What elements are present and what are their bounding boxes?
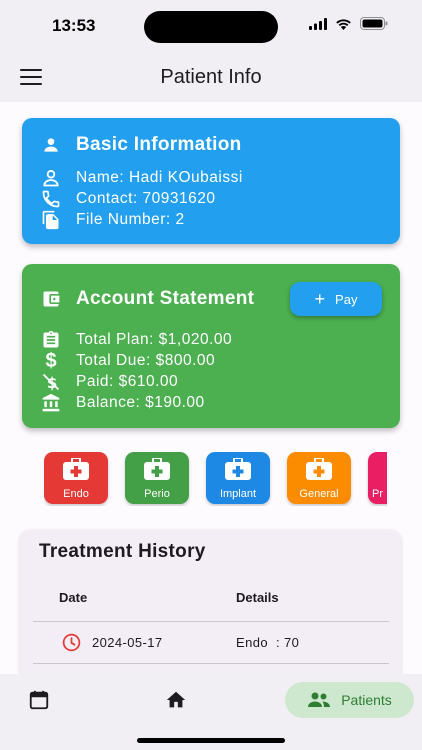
status-icons — [309, 17, 388, 30]
category-label: Implant — [219, 488, 257, 500]
account-statement-title: Account Statement — [76, 288, 255, 309]
wallet-icon — [40, 288, 62, 310]
person-icon — [40, 134, 62, 156]
category-general[interactable]: General — [287, 452, 351, 504]
clipboard-icon — [40, 329, 62, 351]
basic-information-title: Basic Information — [76, 134, 242, 155]
total-due: Total Due: $800.00 — [76, 352, 216, 369]
category-endo[interactable]: Endo — [44, 452, 108, 504]
pay-button[interactable]: + Pay — [290, 282, 382, 316]
phone-icon — [40, 188, 62, 210]
bank-icon — [40, 392, 62, 414]
clock-icon — [62, 633, 81, 652]
file-copy-icon — [40, 209, 62, 231]
balance-amount: Balance: $190.00 — [76, 394, 205, 411]
home-indicator — [137, 738, 285, 743]
account-statement-card: Account Statement + Pay Total Plan: $1,0… — [22, 264, 400, 428]
people-icon — [308, 692, 331, 707]
patient-name: Name: Hadi KOubaissi — [76, 169, 243, 186]
column-header-details: Details — [236, 590, 279, 605]
medical-kit-icon — [306, 458, 332, 480]
category-label: Endo — [63, 488, 89, 500]
basic-information-card: Basic Information Name: Hadi KOubaissi C… — [22, 118, 400, 244]
row-date: 2024-05-17 — [92, 635, 163, 650]
patient-contact: Contact: 70931620 — [76, 190, 216, 207]
dynamic-island — [144, 11, 278, 43]
row-details: Endo : 70 — [236, 635, 300, 650]
treatment-category-list: Endo Perio Implant General Pr — [44, 452, 387, 506]
battery-icon — [360, 17, 388, 30]
pay-button-label: Pay — [335, 291, 358, 307]
category-perio[interactable]: Perio — [125, 452, 189, 504]
category-implant[interactable]: Implant — [206, 452, 270, 504]
patient-file-number: File Number: 2 — [76, 211, 185, 228]
nav-patients-label: Patients — [341, 692, 392, 708]
nav-patients[interactable]: Patients — [285, 682, 414, 718]
row-divider — [33, 663, 389, 664]
home-icon[interactable] — [165, 689, 187, 716]
person-icon — [40, 167, 62, 189]
column-header-date: Date — [59, 590, 88, 605]
status-bar: 13:53 — [0, 0, 422, 52]
app-bar: Patient Info — [0, 52, 422, 102]
category-label: Perio — [144, 488, 170, 500]
calendar-icon[interactable] — [28, 689, 50, 716]
category-label: Pr — [372, 488, 383, 500]
category-partial[interactable]: Pr — [368, 452, 387, 504]
medical-kit-icon — [144, 458, 170, 480]
category-label: General — [299, 488, 339, 500]
medical-kit-icon — [63, 458, 89, 480]
wifi-icon — [336, 18, 351, 30]
page-title: Patient Info — [160, 66, 262, 88]
header-divider — [33, 621, 389, 622]
money-off-icon: $ — [40, 371, 62, 393]
status-time: 13:53 — [52, 16, 96, 35]
dollar-icon: $ — [45, 349, 57, 372]
total-plan: Total Plan: $1,020.00 — [76, 331, 233, 348]
treatment-history-card: Treatment History Date Details 2024-05-1… — [20, 530, 401, 680]
medical-kit-icon — [225, 458, 251, 480]
signal-icon — [309, 17, 327, 30]
paid-amount: Paid: $610.00 — [76, 373, 179, 390]
treatment-history-title: Treatment History — [39, 541, 206, 562]
plus-icon: + — [314, 289, 326, 309]
